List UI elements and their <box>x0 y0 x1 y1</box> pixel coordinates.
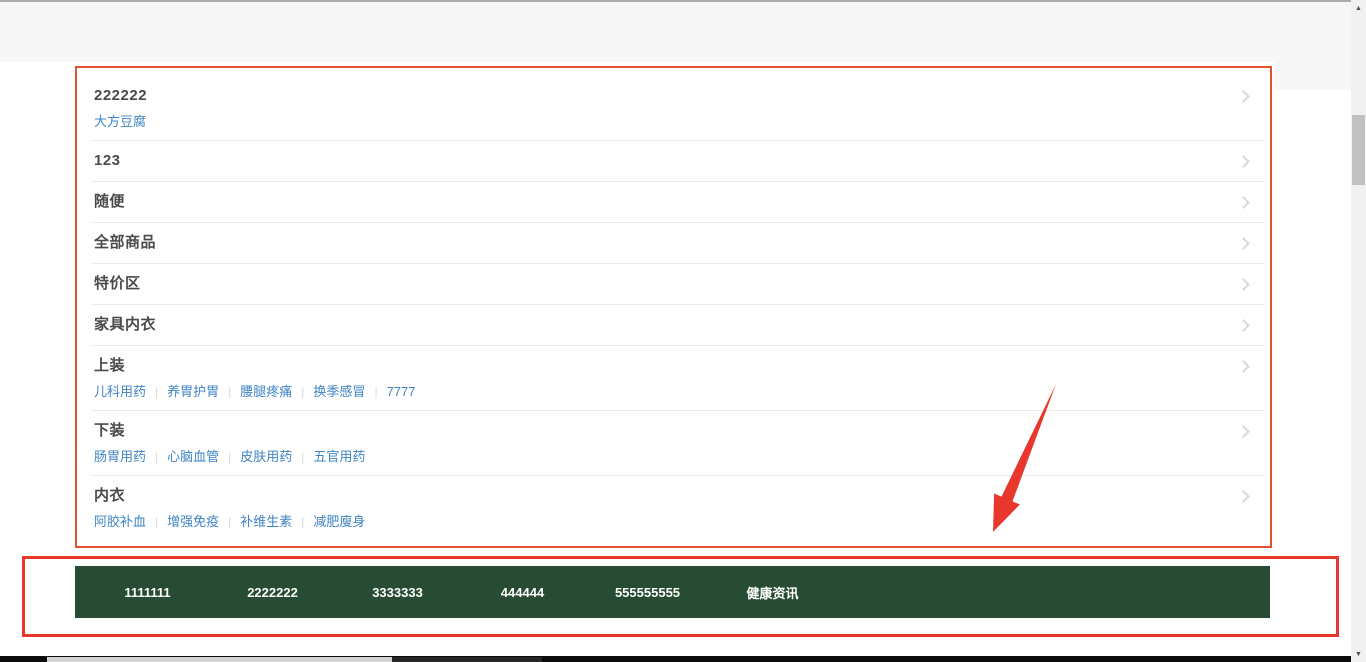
header-band <box>0 2 1351 62</box>
footer-nav-item[interactable]: 555555555 <box>585 585 710 600</box>
footer-nav-item[interactable]: 2222222 <box>210 585 335 600</box>
category-section: 内衣阿胶补血 | 增强免疫 | 补维生素 | 减肥廋身 <box>77 476 1270 546</box>
link-separator: | <box>228 385 231 399</box>
scroll-up-icon[interactable]: ▲ <box>1351 0 1366 16</box>
category-section: 123 <box>77 141 1270 181</box>
subcategory-link[interactable]: 减肥廋身 <box>313 514 365 529</box>
chevron-right-icon[interactable] <box>1237 196 1250 209</box>
subcategory-links: 肠胃用药 | 心脑血管 | 皮肤用药 | 五官用药 <box>94 447 1252 467</box>
category-title[interactable]: 内衣 <box>94 486 125 506</box>
category-title[interactable]: 123 <box>94 151 121 171</box>
chevron-right-icon[interactable] <box>1237 319 1250 332</box>
footer-nav: 111111122222223333333444444555555555健康资讯 <box>75 566 1270 618</box>
category-section: 222222 大方豆腐 <box>77 68 1270 140</box>
category-section: 随便 <box>77 182 1270 222</box>
footer-nav-item[interactable]: 健康资讯 <box>710 583 835 602</box>
subcategory-links: 阿胶补血 | 增强免疫 | 补维生素 | 减肥廋身 <box>94 512 1252 532</box>
subcategory-link[interactable]: 五官用药 <box>313 449 365 464</box>
category-section: 家具内衣 <box>77 305 1270 345</box>
subcategory-link[interactable]: 腰腿疼痛 <box>240 384 292 399</box>
scrollbar-thumb[interactable] <box>1352 115 1365 185</box>
chevron-right-icon[interactable] <box>1237 425 1250 438</box>
subcategory-link[interactable]: 阿胶补血 <box>94 514 146 529</box>
chevron-right-icon[interactable] <box>1237 237 1250 250</box>
subcategory-link[interactable]: 养胃护胃 <box>167 384 219 399</box>
link-separator: | <box>228 515 231 529</box>
link-separator: | <box>155 450 158 464</box>
category-section: 全部商品 <box>77 223 1270 263</box>
link-separator: | <box>301 515 304 529</box>
taskbar-segment <box>392 657 542 662</box>
footer-nav-item[interactable]: 444444 <box>460 585 585 600</box>
category-panel: 222222 大方豆腐 123 随便全部商品特价区家具内衣上装儿科用药 | 养胃护胃 | 腰腿… <box>75 66 1272 548</box>
subcategory-link[interactable]: 大方豆腐 <box>94 114 146 129</box>
category-title[interactable]: 全部商品 <box>94 233 156 253</box>
footer-nav-item[interactable]: 1111111 <box>85 585 210 600</box>
subcategory-link[interactable]: 肠胃用药 <box>94 449 146 464</box>
category-section: 下装肠胃用药 | 心脑血管 | 皮肤用药 | 五官用药 <box>77 411 1270 475</box>
category-section: 上装儿科用药 | 养胃护胃 | 腰腿疼痛 | 换季感冒 | 7777 <box>77 346 1270 410</box>
category-title[interactable]: 家具内衣 <box>94 315 156 335</box>
subcategory-link[interactable]: 7777 <box>387 384 416 399</box>
link-separator: | <box>374 385 377 399</box>
subcategory-links: 儿科用药 | 养胃护胃 | 腰腿疼痛 | 换季感冒 | 7777 <box>94 382 1252 402</box>
subcategory-link[interactable]: 补维生素 <box>240 514 292 529</box>
chevron-right-icon[interactable] <box>1237 490 1250 503</box>
category-title[interactable]: 随便 <box>94 192 125 212</box>
subcategory-links: 大方豆腐 <box>94 112 1252 132</box>
taskbar-segment <box>47 657 392 662</box>
link-separator: | <box>301 450 304 464</box>
category-title[interactable]: 特价区 <box>94 274 141 294</box>
category-section: 特价区 <box>77 264 1270 304</box>
header-band-right <box>1274 62 1351 90</box>
subcategory-link[interactable]: 儿科用药 <box>94 384 146 399</box>
chevron-right-icon[interactable] <box>1237 360 1250 373</box>
scroll-down-icon[interactable]: ▼ <box>1351 646 1366 662</box>
link-separator: | <box>155 515 158 529</box>
category-title[interactable]: 上装 <box>94 356 125 376</box>
subcategory-link[interactable]: 心脑血管 <box>167 449 219 464</box>
link-separator: | <box>155 385 158 399</box>
scrollbar[interactable]: ▲ ▼ <box>1351 0 1366 662</box>
chevron-right-icon[interactable] <box>1237 90 1250 103</box>
footer-nav-item[interactable]: 3333333 <box>335 585 460 600</box>
chevron-right-icon[interactable] <box>1237 278 1250 291</box>
subcategory-link[interactable]: 增强免疫 <box>167 514 219 529</box>
category-title[interactable]: 下装 <box>94 421 125 441</box>
link-separator: | <box>228 450 231 464</box>
subcategory-link[interactable]: 换季感冒 <box>313 384 365 399</box>
category-title[interactable]: 222222 <box>94 86 147 106</box>
taskbar-edge <box>0 656 1351 662</box>
subcategory-link[interactable]: 皮肤用药 <box>240 449 292 464</box>
chevron-right-icon[interactable] <box>1237 155 1250 168</box>
link-separator: | <box>301 385 304 399</box>
